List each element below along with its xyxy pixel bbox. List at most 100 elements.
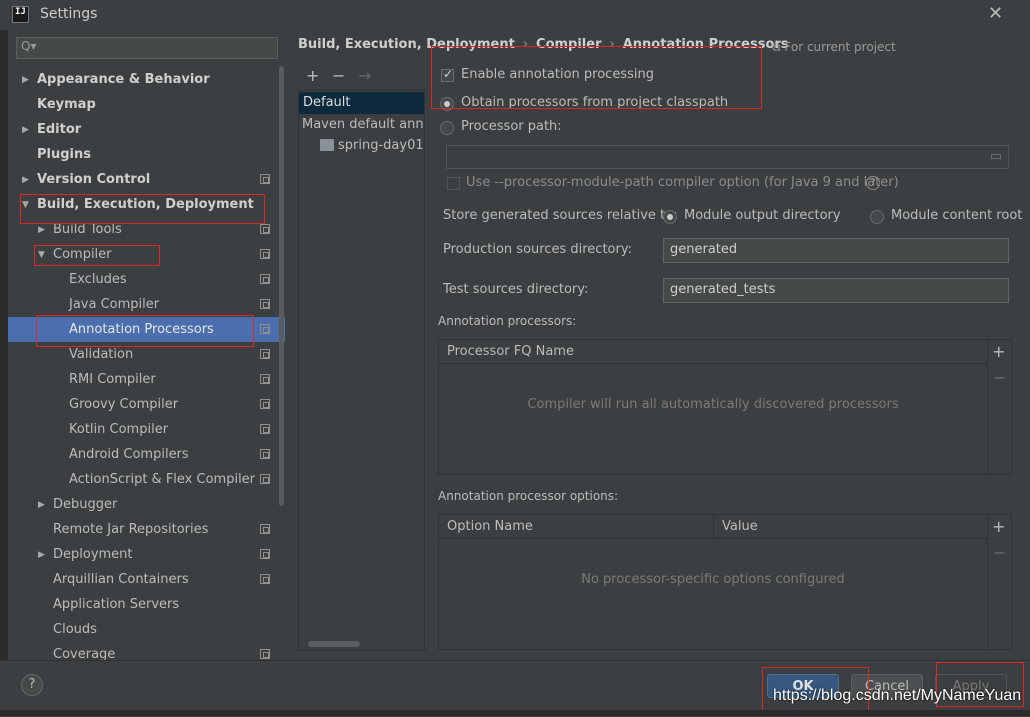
test-sources-field[interactable]: generated_tests — [663, 278, 1009, 303]
project-scope-icon — [260, 474, 270, 484]
left-edge-strip — [0, 30, 8, 716]
tree-item-keymap[interactable]: Keymap — [37, 92, 96, 117]
table-header: Processor FQ Name — [439, 340, 987, 364]
project-scope-icon — [260, 399, 270, 409]
tree-item-deployment[interactable]: Deployment — [53, 542, 133, 567]
project-scope-icon — [260, 424, 270, 434]
processor-fq-name-column[interactable]: Processor FQ Name — [447, 340, 574, 364]
profiles-toolbar: + − → — [298, 66, 425, 91]
remove-option-button[interactable]: − — [993, 543, 1006, 562]
title-bar — [0, 0, 1030, 30]
profile-default[interactable]: Default — [299, 92, 424, 114]
test-sources-label: Test sources directory: — [443, 282, 589, 297]
project-scope-icon — [260, 649, 270, 659]
expand-arrow-icon[interactable]: ▶ — [38, 500, 45, 510]
project-scope-icon — [260, 374, 270, 384]
option-name-column[interactable]: Option Name — [447, 515, 533, 539]
module-content-root-radio[interactable] — [870, 210, 884, 224]
project-scope-icon — [260, 299, 270, 309]
tree-item-debugger[interactable]: Debugger — [53, 492, 117, 517]
table-header: Option Name Value — [439, 515, 987, 539]
options-empty-text: No processor-specific options configured — [581, 572, 845, 587]
tree-item-android-compilers[interactable]: Android Compilers — [69, 442, 189, 467]
profile-maven-default[interactable]: Maven default annotation — [302, 117, 424, 132]
tree-item-rmi-compiler[interactable]: RMI Compiler — [69, 367, 156, 392]
add-profile-button[interactable]: + — [306, 66, 319, 85]
module-content-root-label[interactable]: Module content root — [891, 208, 1022, 223]
tree-item-java-compiler[interactable]: Java Compiler — [69, 292, 159, 317]
profile-module-spring-day01[interactable]: spring-day01 — [338, 138, 424, 153]
tree-item-kotlin-compiler[interactable]: Kotlin Compiler — [69, 417, 168, 442]
store-generated-sources-label: Store generated sources relative to: — [443, 208, 678, 223]
folder-icon[interactable]: ▭ — [990, 146, 1002, 168]
tree-item-plugins[interactable]: Plugins — [37, 142, 91, 167]
processor-options-table: Option Name Value No processor-specific … — [438, 514, 1012, 650]
tree-item-version-control[interactable]: Version Control — [37, 167, 150, 192]
expand-arrow-icon[interactable]: ▶ — [22, 75, 29, 85]
table-divider — [987, 515, 988, 649]
highlight-box-build — [20, 194, 265, 224]
production-sources-label: Production sources directory: — [443, 242, 632, 257]
production-sources-field[interactable]: generated — [663, 238, 1009, 263]
remove-profile-button[interactable]: − — [332, 66, 345, 85]
module-folder-icon — [320, 139, 334, 151]
module-output-directory-label[interactable]: Module output directory — [684, 208, 841, 223]
module-path-label: Use --processor-module-path compiler opt… — [466, 175, 899, 190]
intellij-app-icon: IJ — [12, 6, 29, 23]
add-processor-button[interactable]: + — [992, 342, 1005, 361]
tree-item-excludes[interactable]: Excludes — [69, 267, 127, 292]
processors-empty-text: Compiler will run all automatically disc… — [527, 397, 899, 412]
project-scope-icon — [260, 174, 270, 184]
project-scope-icon — [260, 449, 270, 459]
module-path-checkbox[interactable] — [447, 177, 460, 190]
tree-item-application-servers[interactable]: Application Servers — [53, 592, 179, 617]
expand-arrow-icon[interactable]: ▶ — [22, 175, 29, 185]
tree-item-editor[interactable]: Editor — [37, 117, 81, 142]
expand-arrow-icon[interactable]: ▶ — [22, 125, 29, 135]
project-scope-icon — [260, 324, 270, 334]
close-icon[interactable]: ✕ — [988, 3, 1003, 24]
annotation-processors-table: Processor FQ Name Compiler will run all … — [438, 339, 1012, 475]
tree-item-actionscript-flex-compiler[interactable]: ActionScript & Flex Compiler — [69, 467, 255, 492]
tree-item-arquillian-containers[interactable]: Arquillian Containers — [53, 567, 189, 592]
tree-scrollbar[interactable] — [279, 66, 284, 506]
annotation-processors-section-label: Annotation processors: — [438, 314, 577, 328]
profiles-horizontal-scrollbar[interactable] — [308, 641, 360, 647]
project-scope-icon — [260, 224, 270, 234]
highlight-box-enable — [431, 46, 762, 109]
bottom-edge-strip — [0, 710, 1030, 716]
highlight-box-annotation-processors — [36, 315, 254, 347]
project-scope-icon — [260, 574, 270, 584]
processor-options-section-label: Annotation processor options: — [438, 489, 619, 503]
processor-path-label[interactable]: Processor path: — [461, 119, 562, 134]
project-scope-icon — [260, 524, 270, 534]
tree-item-remote-jar-repositories[interactable]: Remote Jar Repositories — [53, 517, 208, 542]
project-scope-icon — [260, 249, 270, 259]
search-input[interactable]: Q▾ — [16, 37, 278, 59]
copy-icon: ⧉ — [772, 40, 785, 54]
processor-path-field[interactable]: ▭ — [446, 145, 1009, 169]
move-profile-button[interactable]: → — [358, 66, 371, 85]
project-scope-icon — [260, 349, 270, 359]
search-icon: Q▾ — [21, 39, 37, 53]
module-output-directory-radio[interactable] — [663, 210, 677, 224]
add-option-button[interactable]: + — [992, 517, 1005, 536]
remove-processor-button[interactable]: − — [993, 368, 1006, 387]
project-scope-icon — [260, 549, 270, 559]
for-current-project-label: ⧉ For current project — [772, 40, 896, 54]
tree-item-appearance[interactable]: Appearance & Behavior — [37, 67, 210, 92]
project-scope-icon — [260, 274, 270, 284]
expand-arrow-icon[interactable]: ▶ — [38, 550, 45, 560]
tree-item-groovy-compiler[interactable]: Groovy Compiler — [69, 392, 178, 417]
column-divider — [713, 515, 714, 539]
table-divider — [987, 340, 988, 474]
highlight-box-compiler — [34, 245, 160, 266]
watermark-text: https://blog.csdn.net/MyNameYuan — [773, 687, 1022, 704]
value-column[interactable]: Value — [722, 515, 758, 539]
processor-path-radio[interactable] — [440, 121, 454, 135]
help-icon[interactable]: ? — [866, 176, 880, 190]
help-button[interactable]: ? — [21, 674, 43, 696]
profiles-panel — [298, 66, 425, 651]
expand-arrow-icon[interactable]: ▶ — [38, 225, 45, 235]
tree-item-clouds[interactable]: Clouds — [53, 617, 97, 642]
